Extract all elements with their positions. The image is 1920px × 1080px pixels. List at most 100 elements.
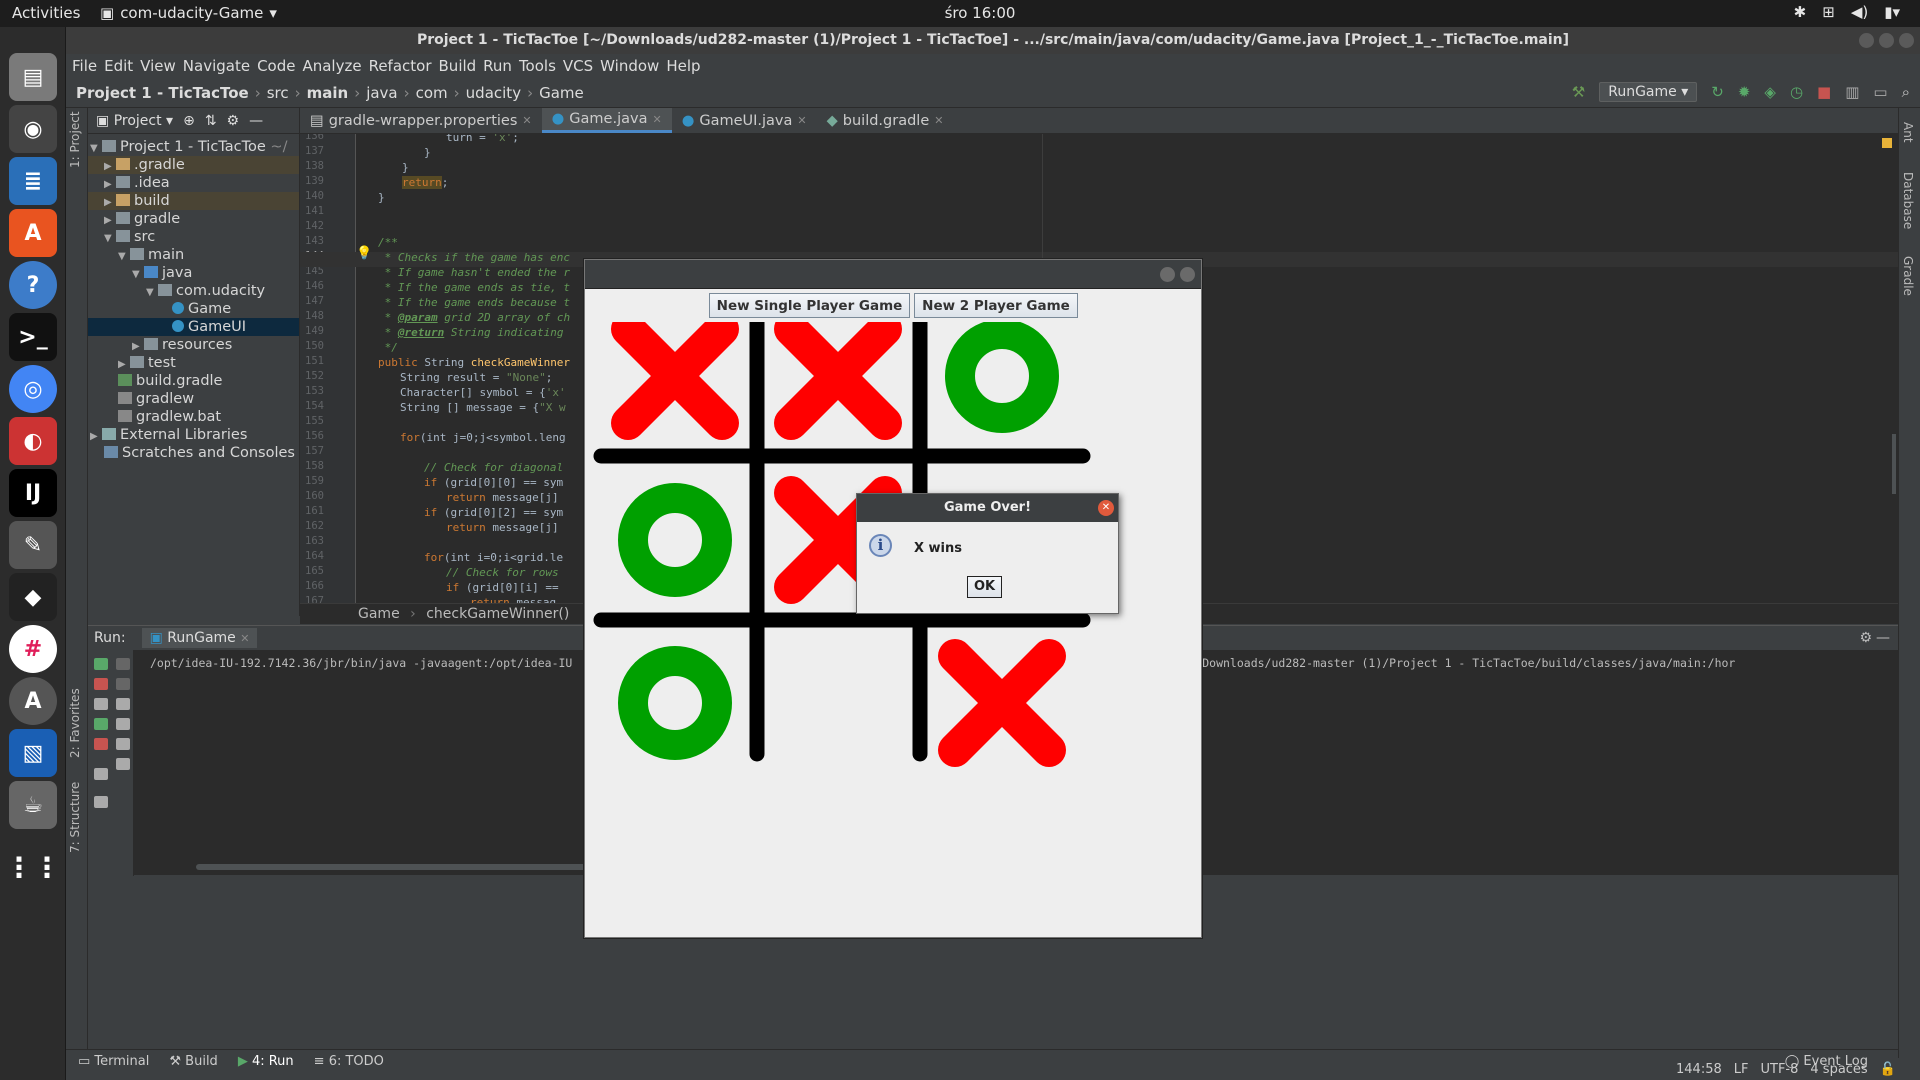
updater-icon[interactable]: A bbox=[9, 677, 57, 725]
virtualbox-icon[interactable]: ▧ bbox=[9, 729, 57, 777]
inkscape-icon[interactable]: ◆ bbox=[9, 573, 57, 621]
menu-edit[interactable]: Edit bbox=[104, 57, 133, 75]
editor-crumb-class[interactable]: Game bbox=[358, 606, 400, 622]
menu-help[interactable]: Help bbox=[666, 57, 700, 75]
close-button[interactable] bbox=[1899, 33, 1914, 48]
java-app-icon[interactable]: ☕ bbox=[9, 781, 57, 829]
ok-button[interactable]: OK bbox=[967, 576, 1002, 598]
menu-view[interactable]: View bbox=[140, 57, 176, 75]
coverage-icon[interactable]: ◈ bbox=[1764, 83, 1776, 101]
menu-tools[interactable]: Tools bbox=[519, 57, 556, 75]
menu-refactor[interactable]: Refactor bbox=[369, 57, 432, 75]
scroll-to-end-icon[interactable] bbox=[116, 718, 130, 730]
tool-window-project[interactable]: 1: Project bbox=[68, 111, 82, 168]
intellij-icon[interactable]: IJ bbox=[9, 469, 57, 517]
indent-setting[interactable]: 4 spaces bbox=[1810, 1062, 1867, 1077]
tree-node-gradle[interactable]: ▶ gradle bbox=[88, 210, 299, 228]
bottom-tab-todo[interactable]: ≡ 6: TODO bbox=[314, 1054, 384, 1069]
tree-node-test[interactable]: ▶ test bbox=[88, 354, 299, 372]
tree-node-gradlew[interactable]: gradlew bbox=[88, 390, 299, 408]
settings-gear-icon[interactable]: ⚙ bbox=[227, 113, 240, 129]
inspection-indicator[interactable] bbox=[1882, 138, 1892, 148]
battery-icon[interactable]: ▮▾ bbox=[1884, 3, 1900, 21]
search-icon[interactable]: ⌕ bbox=[1902, 83, 1910, 101]
postman-icon[interactable]: ◐ bbox=[9, 417, 57, 465]
lock-icon[interactable]: 🔓 bbox=[1880, 1062, 1896, 1077]
app-menu[interactable]: ▣ com-udacity-Game ▾ bbox=[100, 4, 277, 22]
exit-icon[interactable] bbox=[94, 738, 108, 750]
maximize-button[interactable] bbox=[1879, 33, 1894, 48]
settings-gear-icon[interactable]: ⚙ bbox=[1859, 630, 1872, 646]
project-view-selector[interactable]: ▣ Project ▾ bbox=[96, 113, 173, 129]
collapse-icon[interactable]: ⇅ bbox=[205, 113, 217, 129]
menu-code[interactable]: Code bbox=[257, 57, 295, 75]
hide-panel-icon[interactable]: — bbox=[1876, 630, 1890, 646]
tree-node-build-gradle[interactable]: build.gradle bbox=[88, 372, 299, 390]
dialog-title-bar[interactable]: Game Over! ✕ bbox=[857, 494, 1118, 522]
chrome-icon[interactable]: ◎ bbox=[9, 365, 57, 413]
menu-run[interactable]: Run bbox=[483, 57, 512, 75]
soft-wrap-icon[interactable] bbox=[116, 698, 130, 710]
tab-build-gradle[interactable]: ◆ build.gradle ✕ bbox=[817, 108, 954, 133]
editor-crumb-method[interactable]: checkGameWinner() bbox=[426, 606, 569, 622]
layout-icon[interactable]: ▭ bbox=[1873, 83, 1887, 101]
help-icon[interactable]: ? bbox=[9, 261, 57, 309]
breadcrumb-udacity[interactable]: udacity bbox=[466, 84, 521, 102]
rerun-icon[interactable] bbox=[94, 658, 108, 670]
tree-node-gameui-class[interactable]: GameUI bbox=[88, 318, 299, 336]
file-encoding[interactable]: UTF-8 bbox=[1760, 1062, 1798, 1077]
breadcrumb-java[interactable]: java bbox=[366, 84, 397, 102]
tree-node-src[interactable]: ▼ src bbox=[88, 228, 299, 246]
system-tray[interactable]: ✱ ⊞ ◀) ▮▾ bbox=[1794, 3, 1900, 21]
bottom-tab-run[interactable]: ▶ 4: Run bbox=[238, 1054, 294, 1069]
show-apps-icon[interactable]: ⋮⋮ bbox=[5, 843, 61, 891]
slack-tray-icon[interactable]: ✱ bbox=[1794, 3, 1807, 21]
tree-node-main[interactable]: ▼ main bbox=[88, 246, 299, 264]
stop-icon[interactable]: ■ bbox=[1817, 83, 1831, 101]
locate-icon[interactable]: ⊕ bbox=[183, 113, 195, 129]
software-center-icon[interactable]: A bbox=[9, 209, 57, 257]
menu-vcs[interactable]: VCS bbox=[563, 57, 593, 75]
down-arrow-icon[interactable] bbox=[116, 678, 130, 690]
new-single-player-button[interactable]: New Single Player Game bbox=[709, 293, 910, 318]
close-tab-icon[interactable]: ✕ bbox=[934, 114, 943, 127]
trash-icon[interactable] bbox=[116, 758, 130, 770]
layout-icon[interactable] bbox=[94, 768, 108, 780]
restore-layout-icon[interactable] bbox=[94, 718, 108, 730]
tab-gradle-wrapper[interactable]: ▤ gradle-wrapper.properties ✕ bbox=[300, 108, 542, 133]
tree-node-java[interactable]: ▼ java bbox=[88, 264, 299, 282]
print-icon[interactable] bbox=[116, 738, 130, 750]
tree-node-external-libraries[interactable]: ▶ External Libraries bbox=[88, 426, 299, 444]
tree-node-project-root[interactable]: ▼ Project 1 - TicTacToe ~/ bbox=[88, 138, 299, 156]
tab-gameui-java[interactable]: ● GameUI.java ✕ bbox=[672, 108, 817, 133]
menu-navigate[interactable]: Navigate bbox=[183, 57, 250, 75]
close-tab-icon[interactable]: ✕ bbox=[522, 114, 531, 127]
build-hammer-icon[interactable]: ⚒ bbox=[1572, 83, 1585, 101]
files-icon[interactable]: ▤ bbox=[9, 53, 57, 101]
line-separator[interactable]: LF bbox=[1734, 1062, 1749, 1077]
close-tab-icon[interactable]: ✕ bbox=[652, 113, 661, 126]
terminal-icon[interactable]: >_ bbox=[9, 313, 57, 361]
breadcrumb-project[interactable]: Project 1 - TicTacToe bbox=[76, 84, 249, 102]
network-icon[interactable]: ⊞ bbox=[1822, 3, 1835, 21]
project-structure-icon[interactable]: ▥ bbox=[1845, 83, 1859, 101]
tree-node-game-class[interactable]: Game bbox=[88, 300, 299, 318]
rhythmbox-icon[interactable]: ◉ bbox=[9, 105, 57, 153]
slack-icon[interactable]: # bbox=[9, 625, 57, 673]
breadcrumb-game[interactable]: Game bbox=[539, 84, 584, 102]
tool-window-gradle[interactable]: Gradle bbox=[1901, 256, 1915, 296]
tab-game-java[interactable]: ● Game.java ✕ bbox=[541, 108, 672, 133]
close-icon[interactable]: ✕ bbox=[1098, 500, 1114, 516]
tool-window-structure[interactable]: 7: Structure bbox=[68, 782, 82, 853]
run-config-select[interactable]: RunGame ▾ bbox=[1599, 82, 1698, 102]
menu-window[interactable]: Window bbox=[600, 57, 659, 75]
pin-icon[interactable] bbox=[94, 796, 108, 808]
profile-icon[interactable]: ◷ bbox=[1790, 83, 1803, 101]
caret-position[interactable]: 144:58 bbox=[1676, 1062, 1722, 1077]
volume-icon[interactable]: ◀) bbox=[1851, 3, 1868, 21]
tree-node-gradlew-bat[interactable]: gradlew.bat bbox=[88, 408, 299, 426]
menu-file[interactable]: File bbox=[72, 57, 97, 75]
tree-node-scratches[interactable]: Scratches and Consoles bbox=[88, 444, 299, 462]
close-tab-icon[interactable]: ✕ bbox=[797, 114, 806, 127]
minimize-button[interactable] bbox=[1160, 267, 1175, 282]
